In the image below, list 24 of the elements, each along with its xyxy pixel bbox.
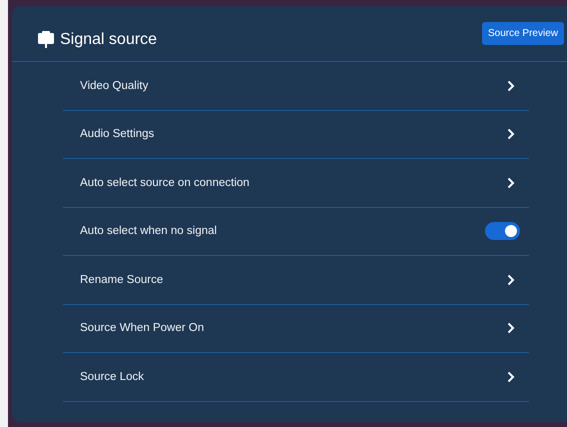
settings-row[interactable]: Source When Power On [63, 304, 529, 353]
settings-row[interactable]: Auto select when no signal [63, 208, 529, 256]
settings-row[interactable]: Auto select source on connection [63, 159, 529, 208]
chevron-right-icon [507, 370, 515, 383]
settings-row[interactable]: Source Lock [63, 353, 529, 402]
chevron-right-icon [507, 322, 515, 334]
toggle-switch[interactable] [485, 222, 520, 240]
monitor-icon [38, 31, 54, 48]
row-label: Video Quality [80, 80, 148, 92]
chevron-right-icon [507, 128, 515, 140]
settings-row[interactable]: Audio Settings [63, 110, 529, 159]
chevron-right-icon [507, 274, 515, 286]
chevron-right-icon [507, 80, 515, 92]
row-label: Auto select when no signal [80, 225, 217, 238]
row-label: Source Lock [80, 370, 144, 383]
row-label: Audio Settings [80, 128, 154, 140]
row-label: Source When Power On [80, 322, 204, 334]
row-label: Auto select source on connection [80, 176, 250, 189]
settings-row[interactable]: Rename Source [63, 256, 529, 304]
chevron-right-icon [507, 176, 515, 189]
row-label: Rename Source [80, 274, 164, 286]
settings-row[interactable]: Video Quality [63, 62, 529, 110]
source-preview-button[interactable]: Source Preview [482, 22, 564, 45]
panel-title: Signal source [60, 30, 157, 48]
